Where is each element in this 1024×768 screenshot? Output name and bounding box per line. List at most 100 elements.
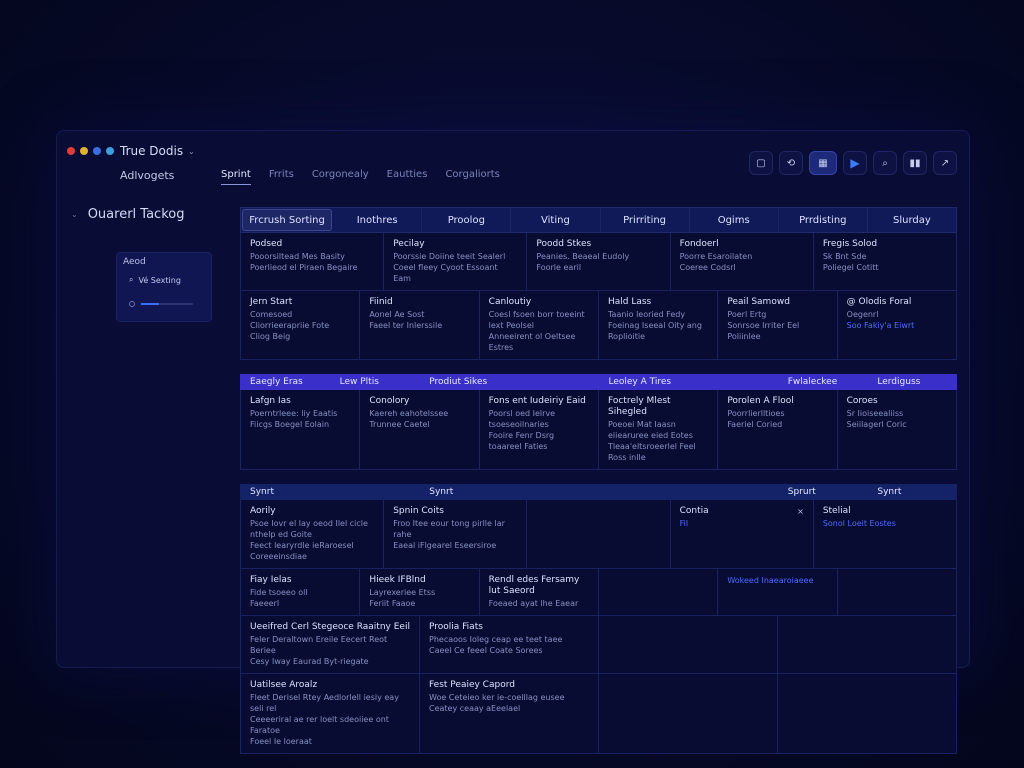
cell-text: Coeel fleey Cyoot Essoant Eam xyxy=(393,263,498,283)
columns-button[interactable]: ▮▮ xyxy=(903,151,927,175)
cell-title: Conolory xyxy=(369,396,410,406)
table-cell[interactable]: Conolory Kaereh eahotelssee Trunnee Caetel xyxy=(360,390,480,469)
section-bar-1[interactable]: Eaegly Eras Lew Pltis Prodiut Sikes Leoley … xyxy=(240,374,957,390)
table-cell[interactable] xyxy=(599,569,719,615)
table-cell[interactable]: Fondoerl Poorre Esaroilaten Coeree Codsrl xyxy=(671,233,814,290)
table-cell[interactable]: @ Olodis Foral Oegenrl Soo Fakiy'a Eiwrt xyxy=(838,291,956,359)
cell-text: Cliog Beig xyxy=(250,332,291,341)
app-title[interactable]: True Dodis ⌄ xyxy=(120,144,195,158)
export-button[interactable]: ↗ xyxy=(933,151,957,175)
table-cell[interactable] xyxy=(599,674,778,753)
slider-knob-icon[interactable] xyxy=(129,301,135,307)
table-cell[interactable]: Uatilsee Aroalz Fleet Derisel Rtey Aedlor… xyxy=(241,674,420,753)
table-cell[interactable]: Proolia Fiats Phecaoos Ioleg ceap ee teet… xyxy=(420,616,599,673)
table-cell[interactable] xyxy=(527,500,671,568)
table-cell[interactable]: Fregis Solod Sk Bnt Sde Poliegel Cotitt xyxy=(814,233,956,290)
tab-2[interactable]: Corgonealy xyxy=(312,169,369,185)
tab-4[interactable]: Corgaliorts xyxy=(445,169,499,185)
cell-text: Foeinag Iseeal Oity ang Roplioitie xyxy=(607,321,702,341)
extra-window-button[interactable] xyxy=(106,147,114,155)
table-cell[interactable]: Rendl edes Fersamy lut Saeord Foeaed ayat… xyxy=(480,569,599,615)
board-grid: Frcrush Sorting Inothres Proolog Viting Prir… xyxy=(240,207,957,754)
table-cell[interactable]: Ueeifred Cerl Stegeoce Raaitny Eeil Feler… xyxy=(241,616,420,673)
calendar-button[interactable]: ▢ xyxy=(749,151,773,175)
table-row: Ueeifred Cerl Stegeoce Raaitny Eeil Feler… xyxy=(240,616,957,674)
section-bar-2[interactable]: Synrt Synrt Sprurt Synrt xyxy=(240,484,957,500)
maximize-window-button[interactable] xyxy=(93,147,101,155)
cell-text: Feect learyrdle ieRaroesel Coreeeinsdiae xyxy=(250,541,354,561)
tab-3[interactable]: Eautties xyxy=(387,169,428,185)
tab-0[interactable]: Sprint xyxy=(221,169,251,185)
column-header-7[interactable]: Slurday xyxy=(868,208,956,232)
cell-link[interactable]: Fil xyxy=(680,518,804,529)
column-header-3[interactable]: Viting xyxy=(511,208,601,232)
table-cell[interactable]: Lafgn Ias Poerntrleee: liy Eaatis Fiicgs B… xyxy=(241,390,361,469)
close-icon[interactable]: × xyxy=(797,506,804,517)
calendar-icon: ▢ xyxy=(756,157,766,169)
tab-1[interactable]: Frrits xyxy=(269,169,294,185)
cell-text: Coeree Codsrl xyxy=(679,263,736,272)
sidebar-heading[interactable]: ⌄ Ouarerl Tackog xyxy=(71,207,184,222)
column-header-6[interactable]: Prrdisting xyxy=(779,208,868,232)
section-label: Lerdiguss xyxy=(877,377,921,387)
cell-title: Foctrely Mlest Sihegled xyxy=(607,396,671,417)
table-cell[interactable] xyxy=(599,616,778,673)
table-cell[interactable]: Jern Start Comesoed Cliorrieerapriie Fote C… xyxy=(241,291,361,359)
cell-text: Anneeirent ol Oeltsee Estres xyxy=(488,332,576,352)
table-cell[interactable]: Podsed Pooorsiltead Mes Basity Poerlieod e… xyxy=(241,233,385,290)
cell-title: Ueeifred Cerl Stegeoce Raaitny Eeil xyxy=(250,622,410,632)
column-header-0[interactable]: Frcrush Sorting xyxy=(242,209,333,231)
cell-text: Pooorsiltead Mes Basity xyxy=(250,252,345,261)
slider-track[interactable] xyxy=(141,303,193,305)
table-cell[interactable] xyxy=(778,616,956,673)
table-cell[interactable]: Porolen A Flool Poorrlierlltioes Faeriel C… xyxy=(718,390,838,469)
subnav-label[interactable]: Adlvogets xyxy=(120,169,174,182)
cell-title: Fondoerl xyxy=(679,239,719,249)
column-header-row: Frcrush Sorting Inothres Proolog Viting Prir… xyxy=(240,207,957,233)
search-button[interactable]: ⌕ xyxy=(873,151,897,175)
cell-text: Sk Bnt Sde xyxy=(822,252,867,261)
column-header-2[interactable]: Proolog xyxy=(422,208,512,232)
table-cell[interactable]: Wokeed Inaearoiaeee xyxy=(718,569,838,615)
table-cell[interactable]: Poodd Stkes Peanies. Beaeal Eudoly Foorle … xyxy=(527,233,671,290)
cell-title: Porolen A Flool xyxy=(727,396,794,406)
close-window-button[interactable] xyxy=(67,147,75,155)
table-cell[interactable]: Spnin Coits Froo Itee eour tong pirlle la… xyxy=(384,500,528,568)
table-cell[interactable]: Peail Samowd Poerl Ertg Sonrsoe Irriter Ee… xyxy=(718,291,838,359)
column-header-5[interactable]: Ogims xyxy=(690,208,779,232)
cell-link[interactable]: Wokeed Inaearoiaeee xyxy=(727,575,827,586)
table-cell[interactable]: Fiinid Aonel Ae Sost Faeel ter Inlerssile xyxy=(360,291,480,359)
sidebar-slider[interactable] xyxy=(129,301,199,307)
cell-title: Peail Samowd xyxy=(727,297,790,307)
link-button[interactable]: ⟲ xyxy=(779,151,803,175)
table-cell[interactable]: Aorily Psoe Iovr el lay oeod Ilel cicle n… xyxy=(241,500,385,568)
table-cell[interactable] xyxy=(838,569,956,615)
table-cell[interactable]: Fiay Ielas Fide tsoeeo oll Faeeerl xyxy=(241,569,361,615)
sidebar-search[interactable]: ⌕ Vé Sexting xyxy=(129,275,181,285)
minimize-window-button[interactable] xyxy=(80,147,88,155)
table-cell[interactable]: Fest Peaiey Capord Woe Ceteieo ker ie-coe… xyxy=(420,674,599,753)
cell-text: Ceatey ceaay aEeelael xyxy=(429,704,521,713)
play-button[interactable]: ▶ xyxy=(843,151,867,175)
cell-link[interactable]: Soo Fakiy'a Eiwrt xyxy=(847,320,947,331)
table-cell[interactable]: Stelial Sonol Loeit Eostes xyxy=(814,500,956,568)
table-cell[interactable]: Canloutiy Coesl fsoen borr toeeint lext P… xyxy=(480,291,599,359)
column-header-1[interactable]: Inothres xyxy=(333,208,423,232)
gift-button[interactable]: ▦ xyxy=(809,151,837,175)
cell-text: Poorrlierlltioes xyxy=(727,409,785,418)
table-cell[interactable]: Pecilay Poorssie Doiine teeit Sealerl Coee… xyxy=(384,233,528,290)
cell-title: Fiay Ielas xyxy=(250,575,292,585)
column-header-4[interactable]: Prirriting xyxy=(601,208,690,232)
app-title-label: True Dodis xyxy=(120,144,184,158)
table-cell[interactable] xyxy=(778,674,956,753)
cell-link[interactable]: Sonol Loeit Eostes xyxy=(823,518,947,529)
section-label: Fwlaleckee xyxy=(787,377,838,387)
cell-text: Seiilagerl Coric xyxy=(846,420,907,429)
table-cell[interactable]: Hieek IFBlnd Layrexeriee Etss Feriit Faaoe xyxy=(360,569,480,615)
table-cell[interactable]: Fons ent Iudeiriy Eaid Poorsl oed Ielrve … xyxy=(480,390,599,469)
table-cell[interactable]: Coroes Sr Iioiseealiiss Seiilagerl Coric xyxy=(838,390,956,469)
table-cell[interactable]: Foctrely Mlest Sihegled Poeoei Mat Iaasn … xyxy=(599,390,719,469)
cell-text: Poerlieod el Piraen Begaire xyxy=(250,263,358,272)
table-cell[interactable]: × Contia Fil xyxy=(671,500,814,568)
table-cell[interactable]: Hald Lass Taanio leoried Fedy Foeinag Isee… xyxy=(599,291,719,359)
